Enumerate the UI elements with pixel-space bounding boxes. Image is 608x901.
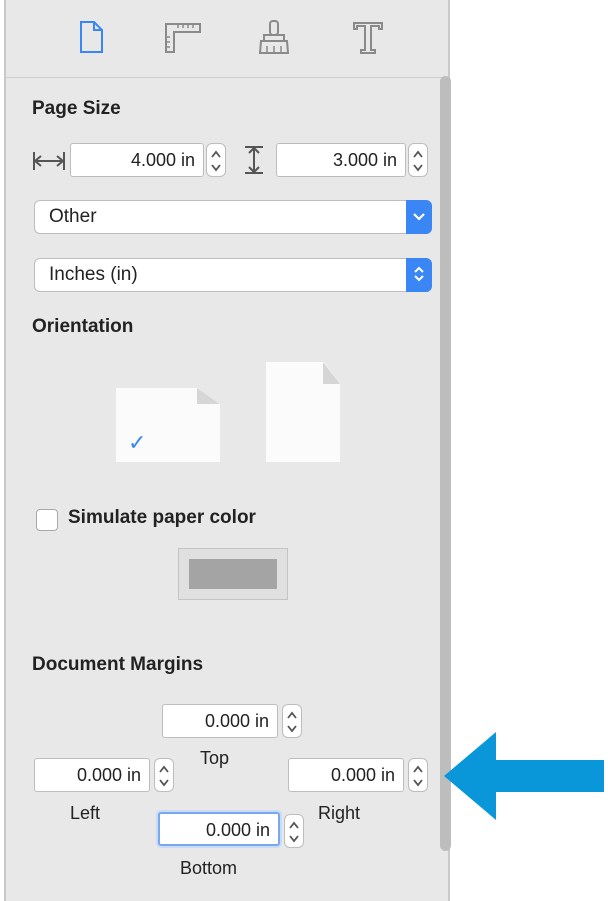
margin-right-field[interactable]: 0.000 in xyxy=(288,758,404,792)
simulate-paper-color-label: Simulate paper color xyxy=(68,507,256,528)
brush-icon[interactable] xyxy=(254,18,294,58)
margin-top-label: Top xyxy=(200,748,230,768)
page-height-stepper[interactable] xyxy=(408,143,428,177)
margin-left-stepper[interactable] xyxy=(154,758,174,792)
height-icon xyxy=(242,144,266,181)
inspector-panel: Page Size 4.000 in 3.000 in Other Inches… xyxy=(4,0,451,901)
page-width-field[interactable]: 4.000 in xyxy=(70,143,204,177)
units-select[interactable]: Inches (in) xyxy=(34,258,432,292)
text-icon[interactable] xyxy=(348,18,388,58)
page-fold xyxy=(323,362,340,384)
margin-left-label: Left xyxy=(70,803,101,823)
annotation-arrow-icon xyxy=(440,728,608,829)
margin-bottom-label: Bottom xyxy=(180,858,238,878)
orientation-heading: Orientation xyxy=(32,316,134,337)
page-fold xyxy=(197,388,220,404)
page-size-preset-select[interactable]: Other xyxy=(34,200,432,234)
checkmark-icon: ✓ xyxy=(128,430,147,455)
margin-right-label: Right xyxy=(318,803,361,823)
portrait-orientation-option[interactable] xyxy=(266,362,340,462)
up-down-chevron-icon[interactable] xyxy=(406,258,432,292)
document-icon[interactable] xyxy=(74,18,114,58)
margin-top-stepper[interactable] xyxy=(282,704,302,738)
paper-color-swatch xyxy=(189,559,277,589)
page-height-field[interactable]: 3.000 in xyxy=(276,143,406,177)
margin-bottom-field[interactable]: 0.000 in xyxy=(158,812,280,846)
ruler-icon[interactable] xyxy=(162,18,202,58)
width-icon xyxy=(32,148,66,179)
margin-top-field[interactable]: 0.000 in xyxy=(162,704,278,738)
landscape-orientation-option[interactable]: ✓ xyxy=(116,388,220,462)
chevron-down-icon[interactable] xyxy=(406,200,432,234)
page-size-preset-value: Other xyxy=(49,206,97,227)
margin-bottom-stepper[interactable] xyxy=(284,814,304,848)
simulate-paper-color-checkbox[interactable] xyxy=(36,509,58,531)
paper-color-well[interactable] xyxy=(178,548,288,600)
page-size-heading: Page Size xyxy=(32,98,121,119)
document-margins-heading: Document Margins xyxy=(32,654,204,675)
units-value: Inches (in) xyxy=(49,264,138,285)
margin-left-field[interactable]: 0.000 in xyxy=(34,758,150,792)
margin-right-stepper[interactable] xyxy=(408,758,428,792)
page-width-stepper[interactable] xyxy=(206,143,226,177)
inspector-toolbar xyxy=(6,0,448,78)
